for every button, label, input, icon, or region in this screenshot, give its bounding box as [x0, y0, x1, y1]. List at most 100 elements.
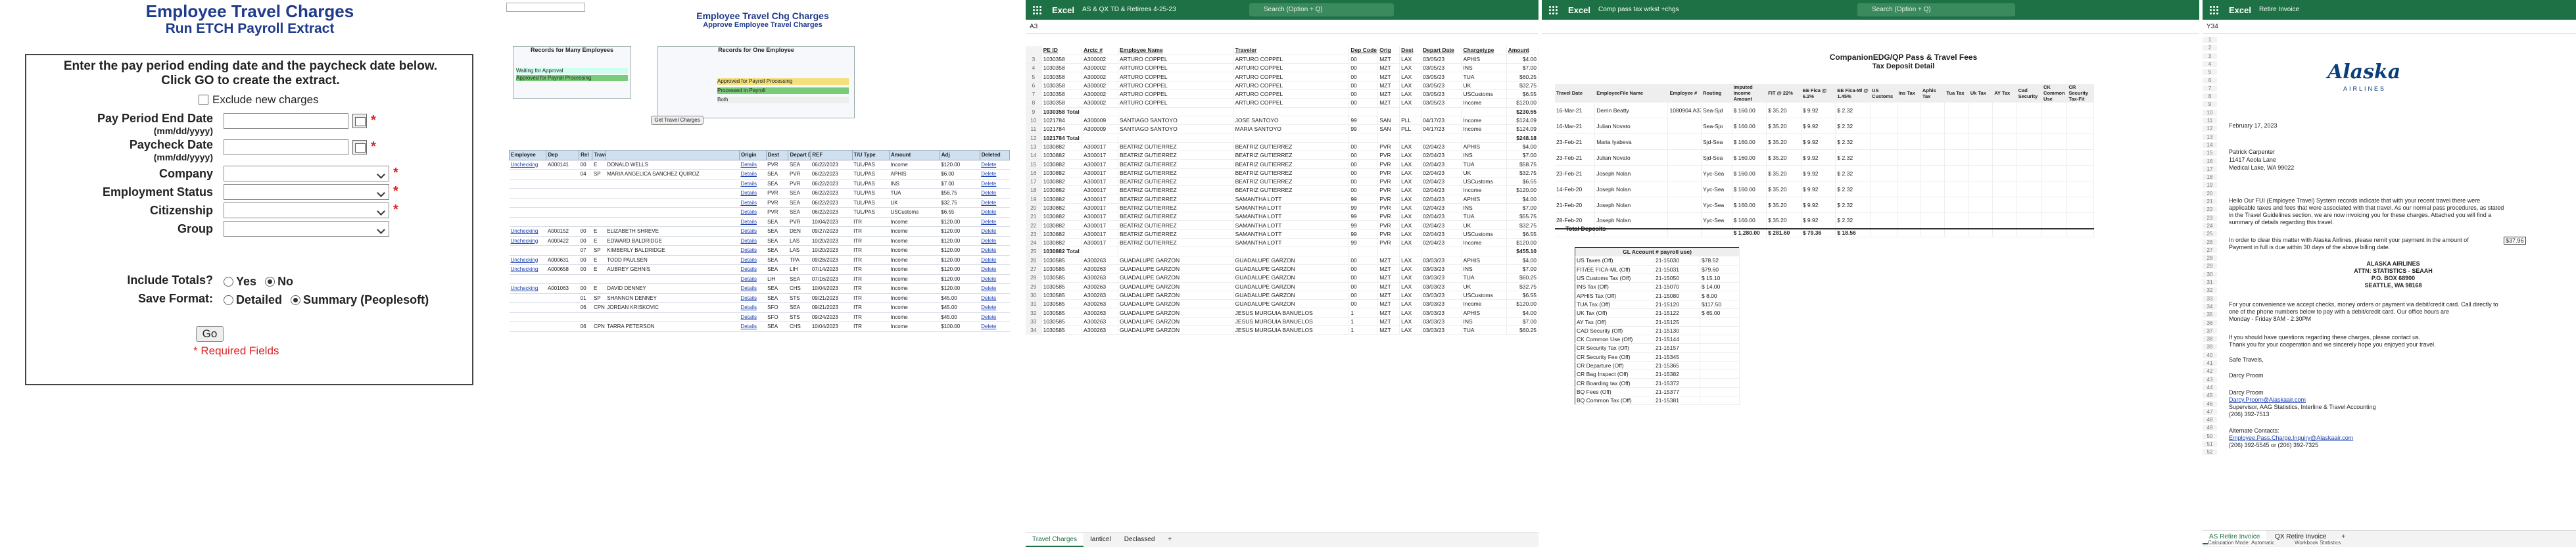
cell[interactable] [1870, 102, 1897, 118]
cell[interactable] [1944, 181, 1969, 197]
cell[interactable]: A300017 [1082, 177, 1118, 187]
row-link[interactable]: Delete [980, 274, 1010, 284]
cell[interactable]: MZT [1377, 325, 1400, 335]
cell[interactable]: JOSE SANTOYO [1233, 116, 1350, 126]
cell[interactable]: 03/03/23 [1421, 282, 1462, 291]
cell[interactable] [2041, 197, 2068, 213]
cell[interactable]: PVR [1377, 142, 1400, 152]
cell[interactable]: ARTURO COPPEL [1233, 98, 1350, 108]
cell[interactable]: $ 2.32 [1835, 118, 1871, 134]
calendar-icon[interactable] [352, 140, 367, 155]
calendar-icon[interactable] [352, 114, 367, 128]
cell[interactable]: MZT [1377, 98, 1400, 108]
cell[interactable]: LAX [1399, 159, 1422, 169]
cell[interactable]: GUADALUPE GARZON [1118, 325, 1234, 335]
cell[interactable]: $248.18 [1506, 133, 1538, 143]
cell[interactable] [2066, 165, 2094, 181]
cell[interactable]: 00 [1348, 89, 1379, 99]
cell[interactable]: TUA [1462, 159, 1507, 169]
cell[interactable]: 03/05/23 [1421, 89, 1462, 99]
cell[interactable]: 02/04/23 [1421, 203, 1462, 213]
cell[interactable] [1421, 247, 1462, 256]
cell[interactable]: $124.09 [1506, 124, 1538, 134]
approved-option[interactable]: Approved for Payroll Processing [516, 75, 628, 81]
cell[interactable]: $60.25 [1506, 273, 1538, 283]
cell[interactable] [2041, 102, 2068, 118]
cell[interactable] [2066, 181, 2094, 197]
cell[interactable]: Joseph Nolan [1594, 181, 1669, 197]
cell[interactable] [1870, 181, 1897, 197]
cell[interactable]: 02/04/23 [1421, 212, 1462, 222]
row-link[interactable]: Delete [980, 264, 1010, 275]
letter-line-email[interactable]: Darcy.Proom@Alaskaair.com [2229, 396, 2306, 403]
cell[interactable]: Income [1462, 116, 1507, 126]
cell[interactable]: Yyc-Sea [1701, 165, 1732, 181]
row-link[interactable]: Details [739, 302, 767, 313]
cell[interactable] [2016, 212, 2043, 229]
cell[interactable] [1870, 149, 1897, 166]
cell[interactable]: 1030882 [1041, 212, 1083, 222]
cell[interactable]: APHIS [1462, 308, 1507, 318]
cell[interactable] [2041, 133, 2068, 150]
cell[interactable]: BEATRIZ GUTIERREZ [1118, 212, 1234, 222]
cell[interactable]: A300017 [1082, 203, 1118, 213]
cell[interactable]: MZT [1377, 63, 1400, 73]
cell[interactable]: Joseph Nolan [1594, 165, 1669, 181]
cell[interactable]: UK [1462, 168, 1507, 178]
cell[interactable]: A300017 [1082, 212, 1118, 222]
cell[interactable]: $ 9.92 [1801, 212, 1836, 229]
cell[interactable]: 04/17/23 [1421, 124, 1462, 134]
cell[interactable]: 02/04/23 [1421, 195, 1462, 204]
cell[interactable] [2016, 197, 2043, 213]
row-link[interactable]: Delete [980, 160, 1010, 170]
cell[interactable]: LAX [1399, 317, 1422, 327]
cell[interactable]: $ 9.92 [1801, 118, 1836, 134]
cell[interactable] [1944, 118, 1969, 134]
cell[interactable]: A300017 [1082, 142, 1118, 152]
cell[interactable]: $ 2.32 [1835, 149, 1871, 166]
cell[interactable]: A300002 [1082, 72, 1118, 82]
cell[interactable]: $ 160.00 [1732, 149, 1767, 166]
cell[interactable]: 1030882 [1041, 159, 1083, 169]
cell[interactable] [2016, 102, 2043, 118]
cell[interactable] [1920, 165, 1945, 181]
cell[interactable]: A300017 [1082, 168, 1118, 178]
cell[interactable]: 1030585 [1041, 308, 1083, 318]
cell[interactable]: SAMANTHA LOTT [1233, 212, 1350, 222]
cell[interactable] [1992, 149, 2017, 166]
cell[interactable]: LAX [1399, 81, 1422, 90]
cell[interactable] [1082, 133, 1118, 143]
cell[interactable]: LAX [1399, 89, 1422, 99]
cell[interactable]: GUADALUPE GARZON [1233, 299, 1350, 309]
cell[interactable] [2066, 197, 2094, 213]
cell[interactable]: $120.00 [1506, 185, 1538, 195]
cell[interactable]: BEATRIZ GUTIERREZ [1118, 220, 1234, 230]
cell[interactable]: A300017 [1082, 238, 1118, 248]
cell[interactable]: APHIS [1462, 55, 1507, 64]
cell[interactable]: $ 35.20 [1766, 118, 1801, 134]
letter-line-alt_email[interactable]: Employee.Pass.Charge.Inquiry@Alaskaair.c… [2229, 435, 2353, 441]
cell[interactable]: PVR [1377, 159, 1400, 169]
cell[interactable] [1377, 133, 1400, 143]
cell[interactable]: JESUS MURGUIA BANUELOS [1233, 308, 1350, 318]
row-link[interactable]: Details [739, 274, 767, 284]
cell[interactable]: 03/03/23 [1421, 299, 1462, 309]
cell[interactable] [1992, 212, 2017, 229]
cell[interactable]: A300263 [1082, 264, 1118, 274]
cell[interactable]: GUADALUPE GARZON [1118, 291, 1234, 300]
cell[interactable] [2066, 149, 2094, 166]
row-link[interactable]: Details [739, 312, 767, 322]
cell[interactable]: 99 [1348, 220, 1379, 230]
cell[interactable]: BEATRIZ GUTIERREZ [1118, 238, 1234, 248]
cell[interactable]: ARTURO COPPEL [1233, 89, 1350, 99]
cell[interactable]: Sea-Sjd [1701, 102, 1732, 118]
cell[interactable]: 00 [1348, 63, 1379, 73]
cell[interactable] [2066, 212, 2094, 229]
cell[interactable]: 00 [1348, 98, 1379, 108]
cell[interactable]: A300263 [1082, 325, 1118, 335]
cell[interactable] [2016, 165, 2043, 181]
approved-status[interactable]: Approved for Payroll Processing [717, 78, 849, 85]
cell[interactable]: A300002 [1082, 98, 1118, 108]
cell[interactable] [1870, 118, 1897, 134]
cell[interactable]: $4.00 [1506, 142, 1538, 152]
